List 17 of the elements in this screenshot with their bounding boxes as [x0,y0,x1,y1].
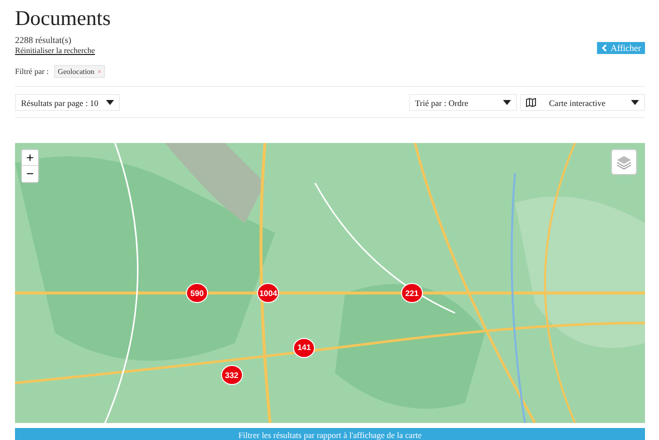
layers-button[interactable] [611,149,637,175]
result-count: 2288 résultat(s) [15,35,72,45]
chevron-left-icon [600,44,607,52]
show-button[interactable]: Afficher [596,42,645,54]
filter-map-button[interactable]: Filtrer les résultats par rapport à l'affichage de la carte [15,428,645,440]
caret-icon [503,100,511,105]
layers-icon [616,154,632,170]
caret-icon [106,100,114,105]
map-icon [526,98,536,107]
filter-label: Filtré par : [15,67,49,76]
zoom-in-button[interactable]: + [22,150,38,166]
reset-search-link[interactable]: Réinitialiser la recherche [15,46,95,56]
view-dropdown[interactable]: Carte interactive [520,94,645,111]
caret-icon [631,100,639,105]
sort-dropdown[interactable]: Trié par : Ordre [409,94,517,111]
per-page-dropdown[interactable]: Résultats par page : 10 [15,94,120,111]
page-title: Documents [15,6,111,31]
